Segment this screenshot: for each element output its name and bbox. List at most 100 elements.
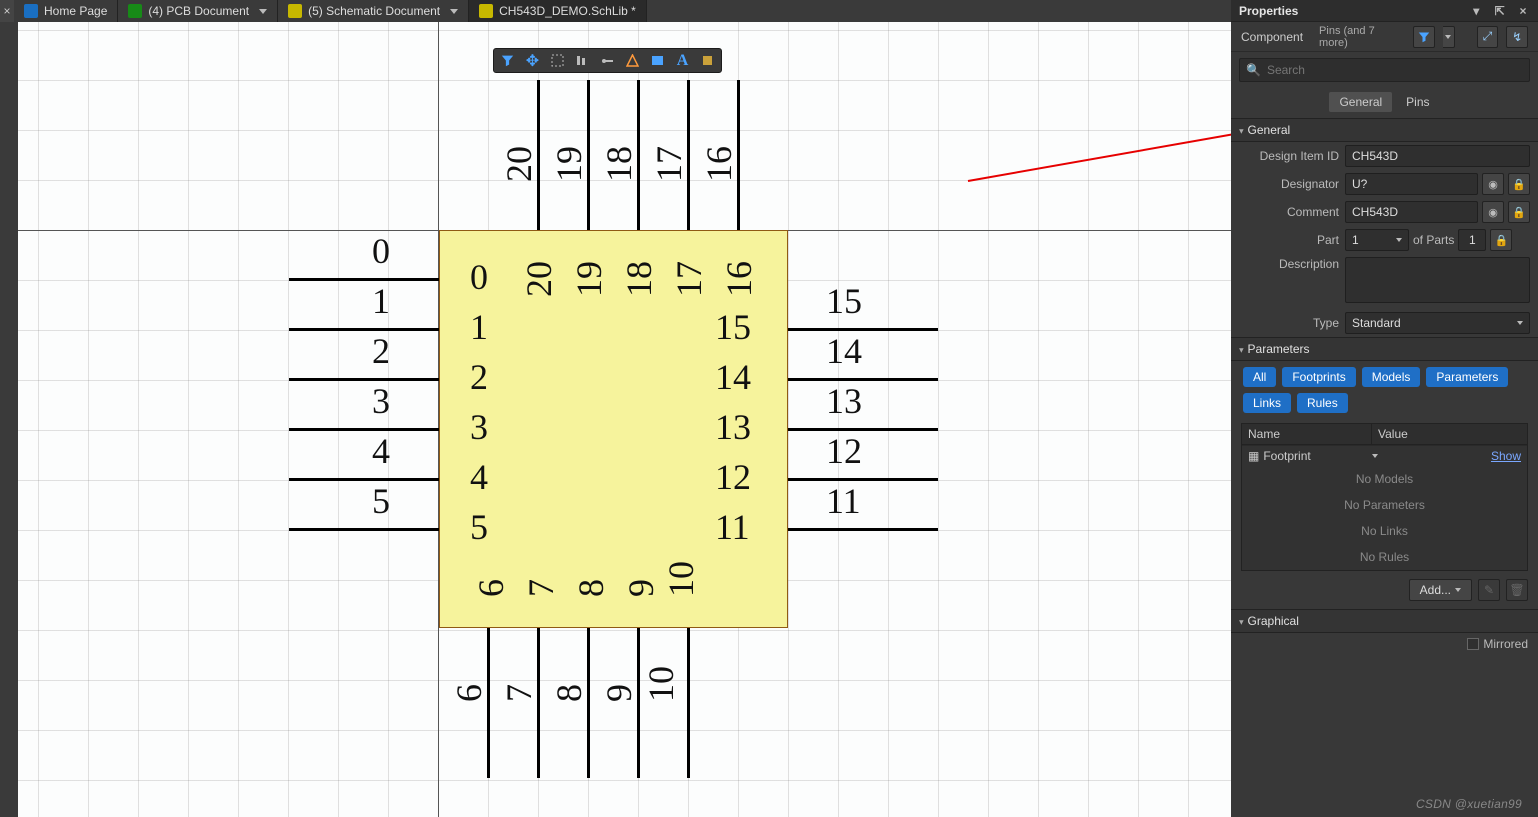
pin-name: 16: [718, 261, 760, 297]
param-table-header: Name Value: [1241, 423, 1528, 445]
pin-line[interactable]: [587, 628, 590, 778]
panel-title: Properties: [1239, 4, 1298, 18]
input-comment[interactable]: [1345, 201, 1478, 223]
pin-line[interactable]: [289, 278, 439, 281]
pin-line[interactable]: [788, 428, 938, 431]
pill-footprints[interactable]: Footprints: [1282, 367, 1355, 387]
visibility-toggle[interactable]: ◉: [1482, 201, 1504, 223]
search-input[interactable]: [1267, 63, 1523, 77]
panel-header[interactable]: Properties ▾ ⇱ ×: [1231, 0, 1538, 22]
pin-line[interactable]: [289, 478, 439, 481]
mirrored-checkbox[interactable]: [1467, 638, 1479, 650]
place-pin-button[interactable]: [595, 49, 620, 72]
pill-rules[interactable]: Rules: [1297, 393, 1348, 413]
properties-panel: Properties ▾ ⇱ × Component Pins (and 7 m…: [1231, 0, 1538, 817]
pin-designator: 17: [648, 146, 690, 182]
pin-panel-icon[interactable]: ⇱: [1493, 4, 1507, 18]
pin-designator: 14: [826, 330, 862, 372]
pin-designator: 1: [372, 280, 390, 322]
input-design-item-id[interactable]: [1345, 145, 1530, 167]
pin-line[interactable]: [788, 378, 938, 381]
place-text-button[interactable]: A: [670, 49, 695, 72]
tab-pins[interactable]: Pins: [1396, 92, 1439, 112]
select-rect-button[interactable]: [545, 49, 570, 72]
pill-parameters[interactable]: Parameters: [1426, 367, 1508, 387]
tab-pcb-doc[interactable]: (4) PCB Document: [118, 0, 278, 22]
pin-line[interactable]: [289, 428, 439, 431]
select-linked-button[interactable]: ↯: [1506, 26, 1528, 48]
pin-line[interactable]: [788, 328, 938, 331]
tab-schlib-file[interactable]: CH543D_DEMO.SchLib *: [469, 0, 647, 22]
pin-name: 3: [470, 406, 488, 448]
pin-designator: 16: [698, 146, 740, 182]
move-button[interactable]: ✥: [520, 49, 545, 72]
pin-line[interactable]: [289, 378, 439, 381]
pin-line[interactable]: [788, 478, 938, 481]
pin-line[interactable]: [687, 628, 690, 778]
pin-name: 18: [618, 261, 660, 297]
close-tab-button[interactable]: ×: [0, 0, 14, 22]
dropdown-icon[interactable]: ▾: [1469, 4, 1483, 18]
pin-line[interactable]: [788, 528, 938, 531]
filter-dropdown[interactable]: [1443, 26, 1455, 48]
pin-designator: 18: [598, 146, 640, 182]
input-designator[interactable]: [1345, 173, 1478, 195]
param-value-link[interactable]: Show: [1378, 449, 1521, 463]
pin-designator: 10: [640, 666, 682, 702]
schematic-canvas[interactable]: 0 1 2 3 4 5 0 1 2 3 4 5 15 14 13 12 11: [18, 22, 1231, 817]
pin-line[interactable]: [637, 628, 640, 778]
select-part[interactable]: 1: [1345, 229, 1409, 251]
pin-name: 19: [568, 261, 610, 297]
placeholder-no-links: No Links: [1242, 518, 1527, 544]
tab-home[interactable]: Home Page: [14, 0, 118, 22]
tab-label: (4) PCB Document: [148, 4, 249, 18]
section-parameters[interactable]: Parameters: [1231, 337, 1538, 361]
lock-toggle[interactable]: 🔒: [1508, 173, 1530, 195]
pin-line[interactable]: [289, 328, 439, 331]
pin-name: 20: [518, 261, 560, 297]
select-type[interactable]: Standard: [1345, 312, 1530, 334]
input-description[interactable]: [1345, 257, 1530, 303]
active-bar-toolbar: ✥ A: [493, 48, 722, 73]
label-type: Type: [1239, 316, 1339, 330]
align-button[interactable]: [570, 49, 595, 72]
zoom-selected-button[interactable]: ⤢: [1477, 26, 1499, 48]
lock-toggle[interactable]: 🔒: [1508, 201, 1530, 223]
add-button[interactable]: Add...: [1409, 579, 1472, 601]
section-general[interactable]: General: [1231, 118, 1538, 142]
pin-line[interactable]: [487, 628, 490, 778]
delete-button[interactable]: 🗑: [1506, 579, 1528, 601]
place-rect-button[interactable]: [645, 49, 670, 72]
pill-all[interactable]: All: [1243, 367, 1276, 387]
edit-button[interactable]: ✎: [1478, 579, 1500, 601]
close-panel-icon[interactable]: ×: [1516, 4, 1530, 18]
param-name: Footprint: [1263, 449, 1310, 463]
pill-models[interactable]: Models: [1362, 367, 1421, 387]
place-ieee-button[interactable]: [620, 49, 645, 72]
search-field[interactable]: 🔍: [1239, 58, 1530, 82]
place-component-button[interactable]: [695, 49, 720, 72]
pill-links[interactable]: Links: [1243, 393, 1291, 413]
tab-general[interactable]: General: [1329, 92, 1392, 112]
filter-button[interactable]: [1413, 26, 1435, 48]
schlib-icon: [479, 4, 493, 18]
param-filter-pills: All Footprints Models Parameters Links R…: [1231, 361, 1538, 419]
pin-designator: 2: [372, 330, 390, 372]
lock-toggle[interactable]: 🔒: [1490, 229, 1512, 251]
home-icon: [24, 4, 38, 18]
filter-button[interactable]: [495, 49, 520, 72]
pin-line[interactable]: [537, 628, 540, 778]
tab-schematic-doc[interactable]: (5) Schematic Document: [278, 0, 469, 22]
pin-designator: 12: [826, 430, 862, 472]
placeholder-no-rules: No Rules: [1242, 544, 1527, 570]
chevron-down-icon: [259, 9, 267, 14]
pin-name: 2: [470, 356, 488, 398]
section-graphical[interactable]: Graphical: [1231, 609, 1538, 633]
pin-line[interactable]: [289, 528, 439, 531]
input-of-parts[interactable]: [1458, 229, 1486, 251]
pin-designator: 6: [448, 684, 490, 702]
param-row[interactable]: ▦Footprint Show: [1242, 445, 1527, 466]
visibility-toggle[interactable]: ◉: [1482, 173, 1504, 195]
pin-designator: 20: [498, 146, 540, 182]
pin-name: 4: [470, 456, 488, 498]
